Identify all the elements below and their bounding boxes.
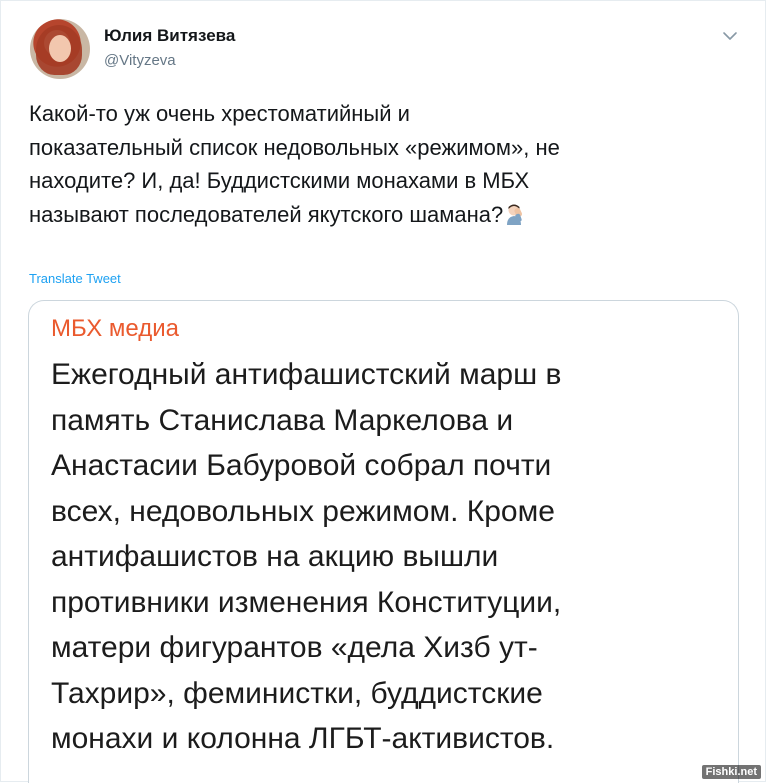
quote-text-line: Анастасии Бабуровой собрал почти bbox=[51, 449, 552, 482]
chevron-down-icon[interactable] bbox=[721, 27, 739, 45]
tweet-text-line: находите? И, да! Буддистскими монахами в… bbox=[29, 168, 530, 193]
quote-text-line: всех, недовольных режимом. Кроме bbox=[51, 494, 555, 528]
quote-text-line: матери фигурантов «дела Хизб ут- bbox=[51, 631, 538, 664]
tweet-text-line: называют последователей якутского шамана… bbox=[29, 198, 729, 232]
quoted-image-card[interactable]: МБХ медиа Ежегодный антифашистский марш … bbox=[28, 300, 739, 783]
tweet-text: Какой-то уж очень хрестоматийный и показ… bbox=[29, 97, 729, 231]
tweet-text-line: Какой-то уж очень хрестоматийный и bbox=[29, 101, 410, 126]
quote-text-line: антифашистов на акцию вышли bbox=[51, 540, 499, 573]
author-name[interactable]: Юлия Витязева bbox=[104, 26, 235, 46]
avatar-face bbox=[49, 35, 71, 62]
quote-text-line: Тахрир», феминистки, буддистские bbox=[51, 676, 543, 710]
tweet-card: Юлия Витязева @Vityzeva Какой-то уж очен… bbox=[0, 0, 766, 783]
quote-text-line: память Станислава Маркелова и bbox=[51, 403, 514, 437]
quote-text-line: монахи и колонна ЛГБТ-активистов. bbox=[51, 722, 555, 755]
watermark: Fishki.net bbox=[701, 765, 761, 779]
facepalm-emoji-icon bbox=[507, 204, 523, 225]
quote-text-line: противники изменения Конституции, bbox=[51, 585, 562, 619]
quote-body-text: Ежегодный антифашистский марш в память С… bbox=[51, 352, 731, 762]
translate-tweet-link[interactable]: Translate Tweet bbox=[29, 271, 121, 286]
quote-text-line: Ежегодный антифашистский марш в bbox=[51, 358, 562, 391]
avatar[interactable] bbox=[30, 19, 90, 79]
author-handle[interactable]: @Vityzeva bbox=[104, 52, 176, 69]
quote-source-label: МБХ медиа bbox=[51, 315, 179, 342]
tweet-text-line: показательный список недовольных «режимо… bbox=[29, 134, 560, 160]
tweet-text-segment: называют последователей якутского шамана… bbox=[29, 201, 504, 227]
